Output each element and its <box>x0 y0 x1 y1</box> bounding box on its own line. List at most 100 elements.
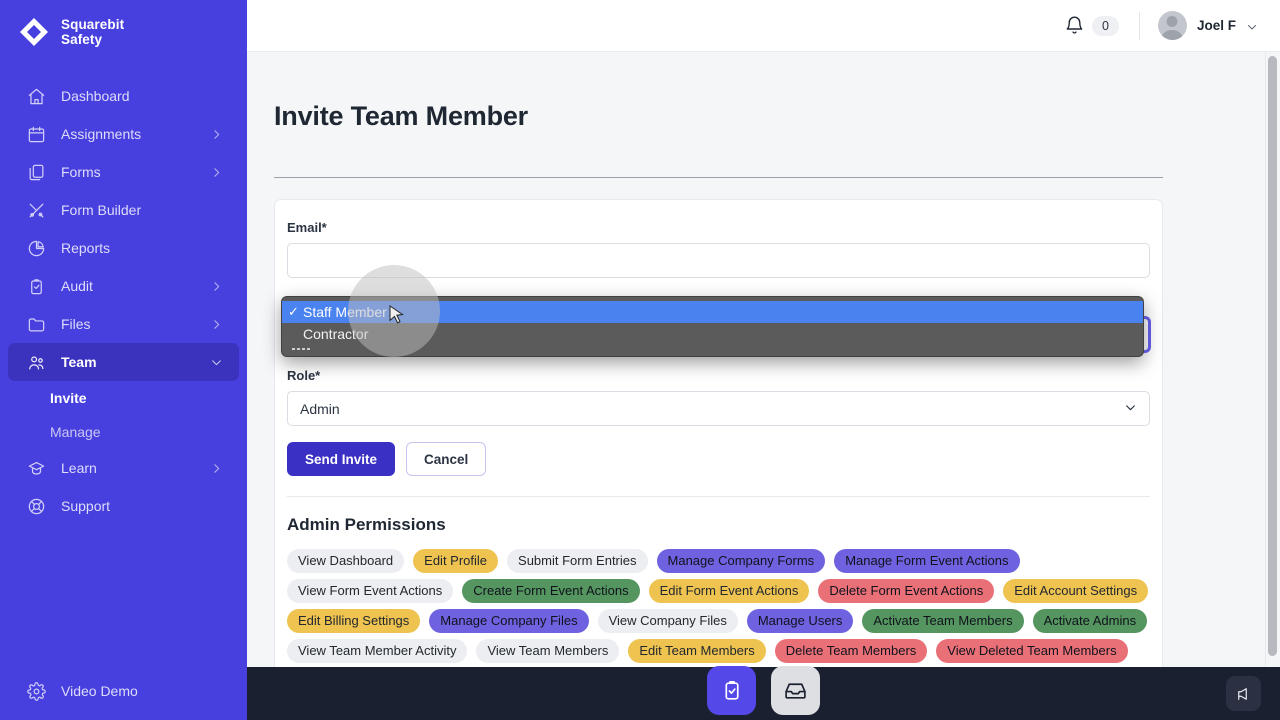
sidebar-sublabel-manage: Manage <box>50 424 101 440</box>
permission-badge: View Form Event Actions <box>287 579 454 603</box>
sidebar-label-video-demo: Video Demo <box>61 683 138 699</box>
permission-badge: Delete Form Event Actions <box>818 579 995 603</box>
permission-badge: Manage Company Files <box>429 609 589 633</box>
graduation-cap-icon <box>26 458 47 479</box>
avatar-icon <box>1157 11 1187 40</box>
permission-badge: View Company Files <box>597 609 738 633</box>
sidebar-label-form-builder: Form Builder <box>61 202 142 218</box>
page-title: Invite Team Member <box>274 101 528 131</box>
folder-icon <box>26 314 47 335</box>
form-actions: Send Invite Cancel <box>287 442 1150 476</box>
permission-badge: Delete Team Members <box>774 639 928 663</box>
brand-name: Squarebit Safety <box>61 17 124 47</box>
sidebar-label-assignments: Assignments <box>61 126 142 142</box>
permission-badge: View Dashboard <box>287 549 405 573</box>
menu-resize-dots <box>282 348 1143 350</box>
user-menu[interactable]: Joel F <box>1157 11 1258 40</box>
permission-badge: Edit Profile <box>413 549 499 573</box>
calendar-icon <box>26 124 47 145</box>
chevron-right-icon <box>210 318 223 331</box>
email-label: Email* <box>287 220 327 235</box>
chevron-right-icon <box>210 128 223 141</box>
sidebar-footer: Video Demo <box>0 672 247 720</box>
chevron-down-icon[interactable] <box>1246 20 1258 32</box>
sidebar-item-assignments[interactable]: Assignments <box>8 115 239 153</box>
pie-chart-icon <box>26 238 47 259</box>
permission-badge: Manage Users <box>746 609 854 633</box>
role-select[interactable]: Admin <box>287 391 1150 426</box>
chevron-right-icon <box>210 166 223 179</box>
role-field-group: Role* Admin <box>287 368 1150 426</box>
check-icon: ✓ <box>288 304 299 319</box>
sidebar-sublabel-invite: Invite <box>50 390 87 406</box>
user-name: Joel F <box>1196 18 1236 33</box>
sidebar-item-video-demo[interactable]: Video Demo <box>8 672 239 710</box>
clipboard-check-app-icon[interactable] <box>707 666 756 715</box>
permission-badge: View Deleted Team Members <box>936 639 1128 663</box>
top-bar: 0 Joel F <box>247 0 1280 52</box>
sidebar-label-dashboard: Dashboard <box>61 88 130 104</box>
sidebar-item-audit[interactable]: Audit <box>8 267 239 305</box>
user-type-dropdown-menu[interactable]: ✓ Staff Member Contractor <box>281 296 1144 357</box>
vertical-scrollbar-thumb[interactable] <box>1268 56 1277 656</box>
sidebar: Squarebit Safety Dashboard Assignments F… <box>0 0 247 720</box>
brand-line-2: Safety <box>61 32 103 47</box>
sidebar-item-learn[interactable]: Learn <box>8 449 239 487</box>
gear-icon <box>26 681 47 702</box>
sidebar-item-team[interactable]: Team <box>8 343 239 381</box>
permission-badge: Activate Team Members <box>862 609 1024 633</box>
sidebar-label-support: Support <box>61 498 111 514</box>
notifications[interactable]: 0 <box>1064 15 1119 36</box>
role-selected-value: Admin <box>300 400 340 417</box>
sidebar-subitem-manage[interactable]: Manage <box>0 415 247 449</box>
topbar-divider <box>1138 11 1140 40</box>
dropdown-option-contractor[interactable]: Contractor <box>282 323 1143 345</box>
users-icon <box>26 352 47 373</box>
chevron-right-icon <box>210 462 223 475</box>
email-input[interactable] <box>287 243 1150 278</box>
permission-badge: Edit Account Settings <box>1003 579 1149 603</box>
cancel-button[interactable]: Cancel <box>406 442 487 476</box>
chevron-down-icon <box>1124 401 1137 417</box>
dropdown-option-staff-member[interactable]: ✓ Staff Member <box>282 301 1143 323</box>
sidebar-item-files[interactable]: Files <box>8 305 239 343</box>
brand-line-1: Squarebit <box>61 16 125 32</box>
documents-icon <box>26 162 47 183</box>
main-content: Invite Team Member Email* User Type* Sta… <box>247 52 1280 720</box>
notification-count: 0 <box>1092 15 1119 36</box>
sidebar-item-reports[interactable]: Reports <box>8 229 239 267</box>
permissions-heading: Admin Permissions <box>287 496 1150 535</box>
sidebar-nav: Dashboard Assignments Forms Form Builder <box>0 77 247 672</box>
permission-badge: Activate Admins <box>1032 609 1148 633</box>
role-label: Role* <box>287 368 321 383</box>
chevron-down-icon <box>210 356 223 369</box>
inbox-tray-app-icon[interactable] <box>771 666 820 715</box>
dropdown-option-label: Contractor <box>303 326 369 342</box>
sidebar-label-reports: Reports <box>61 240 111 256</box>
announcements-button[interactable] <box>1226 676 1261 711</box>
sidebar-label-learn: Learn <box>61 460 97 476</box>
sidebar-subitem-invite[interactable]: Invite <box>0 381 247 415</box>
permission-badge: Edit Form Event Actions <box>648 579 810 603</box>
brand-logo-block[interactable]: Squarebit Safety <box>0 0 247 64</box>
sidebar-item-form-builder[interactable]: Form Builder <box>8 191 239 229</box>
dropdown-option-label: Staff Member <box>303 304 387 320</box>
email-field-group: Email* <box>287 220 1150 278</box>
tools-icon <box>26 200 47 221</box>
sidebar-item-support[interactable]: Support <box>8 487 239 525</box>
dock-app-list <box>707 666 820 715</box>
home-icon <box>26 86 47 107</box>
diamond-logo-icon <box>18 16 50 48</box>
sidebar-item-forms[interactable]: Forms <box>8 153 239 191</box>
sidebar-item-dashboard[interactable]: Dashboard <box>8 77 239 115</box>
invite-form-card: Email* User Type* Staff Member Role* Adm… <box>274 199 1163 720</box>
permission-badge: Edit Team Members <box>628 639 766 663</box>
sidebar-label-forms: Forms <box>61 164 101 180</box>
permission-badge: Manage Company Forms <box>656 549 826 573</box>
lifebuoy-icon <box>26 496 47 517</box>
sidebar-label-files: Files <box>61 316 91 332</box>
sidebar-label-team: Team <box>61 354 97 370</box>
sidebar-label-audit: Audit <box>61 278 93 294</box>
bell-icon[interactable] <box>1064 15 1085 36</box>
send-invite-button[interactable]: Send Invite <box>287 442 396 476</box>
